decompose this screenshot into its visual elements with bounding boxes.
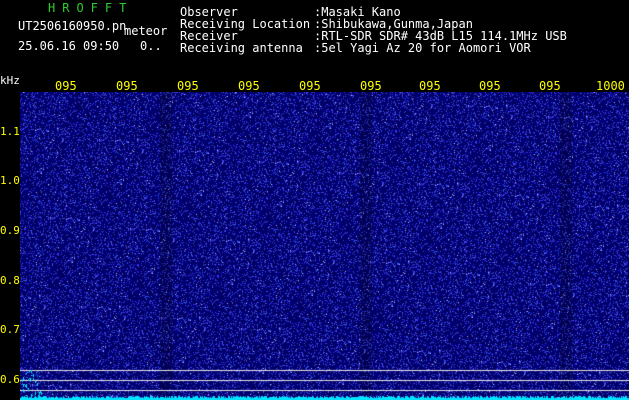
time-tick: 095 [116,79,138,93]
freq-tick: 0.8 [0,274,20,287]
time-tick: 095 [479,79,501,93]
file-name: UT2506160950.pn [18,19,127,33]
freq-tick: 1.0 [0,174,20,187]
time-tick: 095 [299,79,321,93]
app-title: HROFFT [48,1,134,15]
freq-tick: 1.1 [0,125,20,138]
time-tick: 095 [238,79,260,93]
freq-tick: 0.7 [0,323,20,336]
meteor-count: 0.. [140,39,162,53]
time-tick: 095 [360,79,382,93]
time-tick: 095 [419,79,441,93]
date-time: 25.06.16 09:50 [18,39,120,53]
meteor-label: meteor [124,24,168,38]
spectrogram-canvas[interactable] [20,92,629,400]
freq-tick: 0.6 [0,373,20,386]
antenna-key: Receiving antenna [180,41,303,55]
unit-label: kHz [0,74,20,87]
antenna-value: :5el Yagi Az 20 for Aomori VOR [314,41,531,55]
time-tick: 095 [539,79,561,93]
freq-tick: 0.9 [0,224,20,237]
time-tick: 095 [177,79,199,93]
time-tick: 1000 [596,79,625,93]
time-tick: 095 [55,79,77,93]
